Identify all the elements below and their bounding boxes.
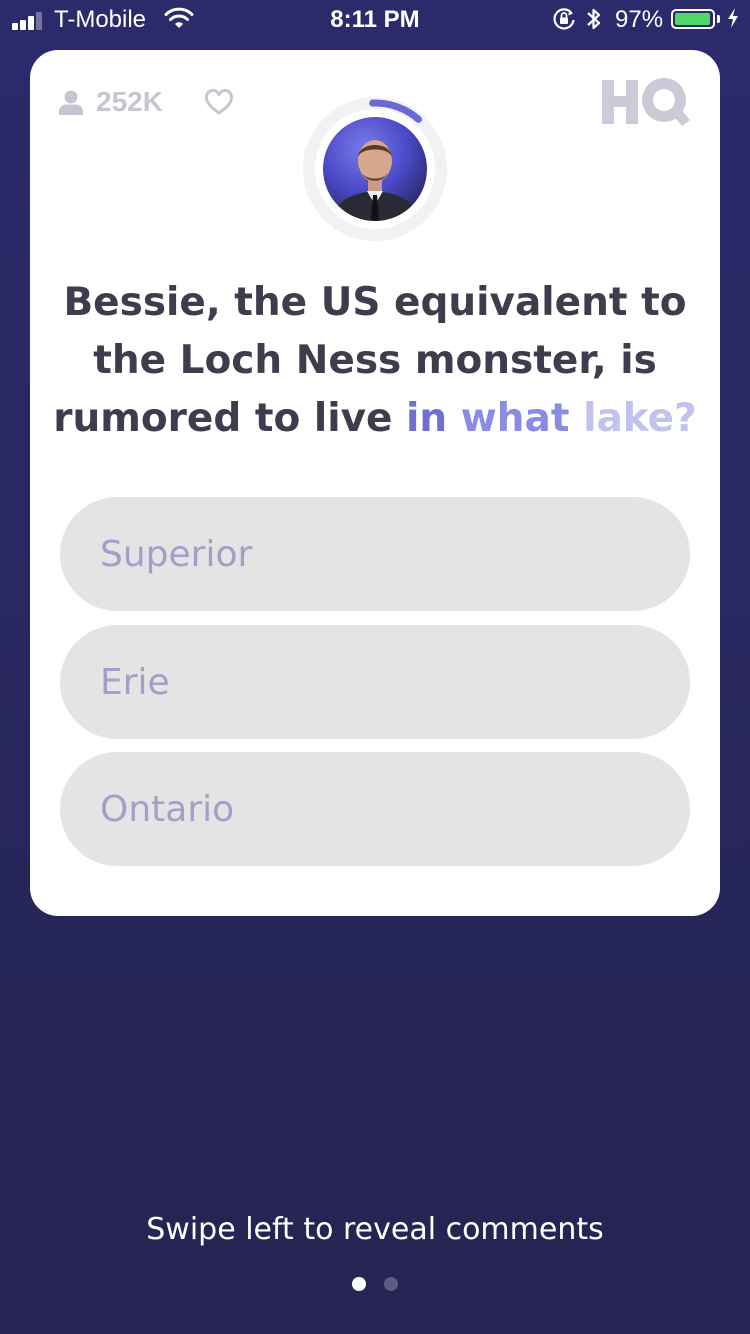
answer-label: Erie	[100, 661, 170, 703]
rotation-lock-icon	[553, 8, 575, 30]
question-text: Bessie, the US equivalent to the Loch Ne…	[50, 274, 700, 448]
battery-percent: 97%	[615, 6, 664, 33]
answer-option-superior[interactable]: Superior	[60, 497, 690, 611]
question-card: 252K Bessie, the US equivalent to the Lo…	[30, 50, 720, 916]
hq-logo	[602, 78, 690, 126]
question-word-highlight: what	[460, 396, 570, 441]
charging-icon	[728, 8, 738, 28]
user-icon	[59, 90, 83, 115]
viewer-count: 252K	[58, 86, 163, 118]
bluetooth-icon	[587, 8, 601, 30]
page-dot[interactable]	[384, 1277, 398, 1291]
status-bar: T-Mobile 8:11 PM 97%	[0, 0, 750, 40]
swipe-hint: Swipe left to reveal comments	[146, 1212, 604, 1247]
answer-option-ontario[interactable]: Ontario	[60, 752, 690, 866]
page-dot-active[interactable]	[352, 1277, 366, 1291]
question-word-highlight: in	[406, 396, 448, 441]
battery-icon	[671, 9, 715, 29]
question-word-highlight: lake?	[583, 396, 697, 441]
viewer-count-text: 252K	[96, 86, 163, 117]
answer-option-erie[interactable]: Erie	[60, 625, 690, 739]
heart-icon[interactable]	[204, 88, 234, 116]
host-avatar	[323, 117, 427, 221]
answer-label: Superior	[100, 533, 253, 575]
page-indicator[interactable]	[352, 1277, 402, 1291]
answer-label: Ontario	[100, 788, 235, 830]
battery-nub	[717, 15, 720, 23]
